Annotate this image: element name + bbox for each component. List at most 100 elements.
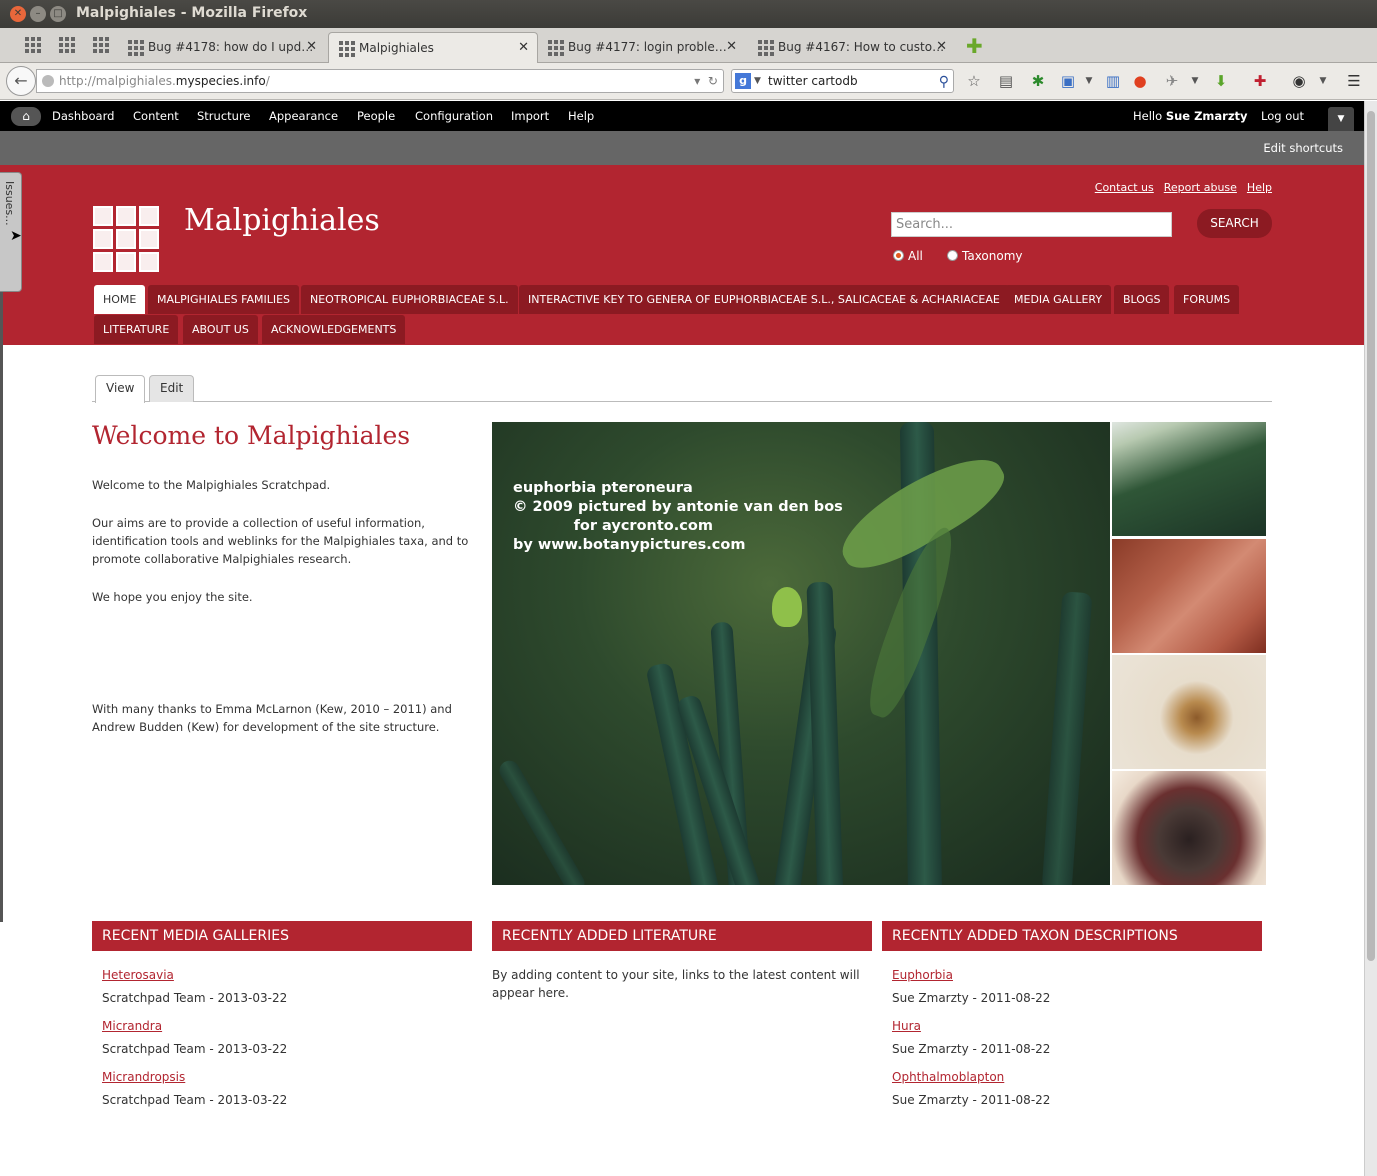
edit-shortcuts-link[interactable]: Edit shortcuts (1263, 141, 1343, 155)
taxon-link-ophthalmoblapton[interactable]: Ophthalmoblapton (892, 1070, 1004, 1084)
logout-link[interactable]: Log out (1261, 109, 1304, 123)
scope-radio-taxonomy[interactable]: Taxonomy (947, 249, 1023, 263)
magnifier-icon[interactable]: ⚲ (939, 71, 949, 93)
taxon-link-euphorbia[interactable]: Euphorbia (892, 968, 953, 982)
extension-gear-icon[interactable]: ✈ (1163, 72, 1181, 90)
window-maximize-icon[interactable]: □ (50, 6, 66, 22)
taxon-meta: Sue Zmarzty - 2011-08-22 (892, 1093, 1051, 1107)
issues-panel-edge (0, 292, 3, 922)
screenshot-icon[interactable]: ▣ (1059, 72, 1077, 90)
firebug-icon[interactable]: ✱ (1029, 72, 1047, 90)
issues-tab-label: Issues... (3, 181, 16, 226)
tab-close-icon[interactable]: ✕ (306, 39, 317, 54)
radio-checked-icon (893, 250, 904, 261)
site-name[interactable]: Malpighiales (184, 203, 380, 238)
admin-menu-dashboard[interactable]: Dashboard (52, 109, 114, 123)
color-wheel-icon[interactable]: ◉ (1290, 72, 1308, 90)
contact-us-link[interactable]: Contact us (1095, 181, 1154, 194)
pinned-tab-grid-icon[interactable] (93, 37, 109, 53)
aims-paragraph: Our aims are to provide a collection of … (92, 516, 469, 566)
tab-close-icon[interactable]: ✕ (518, 40, 529, 55)
bookmarks-list-icon[interactable]: ▤ (997, 72, 1015, 90)
primary-tab-families[interactable]: MALPIGHIALES FAMILIES (148, 285, 300, 314)
user-name[interactable]: Sue Zmarzty (1166, 109, 1248, 123)
chevron-down-icon[interactable]: ▼ (1080, 72, 1098, 90)
media-link-heterosavia[interactable]: Heterosavia (102, 968, 174, 982)
url-dropdown-and-reload-icon[interactable]: ▾ ↻ (694, 70, 718, 92)
menu-hamburger-icon[interactable]: ☰ (1345, 72, 1363, 90)
tab-close-icon[interactable]: ✕ (936, 39, 947, 54)
google-icon[interactable]: g (735, 73, 751, 89)
site-search-input[interactable]: Search... (891, 212, 1172, 237)
web-search-box[interactable]: g ▼ twitter cartodb ⚲ (731, 69, 954, 93)
media-link-micrandra[interactable]: Micrandra (102, 1019, 162, 1033)
primary-tab-blogs[interactable]: BLOGS (1114, 285, 1170, 314)
window-minimize-icon[interactable]: – (30, 6, 46, 22)
primary-tab-neotropical[interactable]: NEOTROPICAL EUPHORBIACEAE S.L. (301, 285, 518, 314)
admin-menu-people[interactable]: People (357, 109, 395, 123)
shortcuts-toggle-icon[interactable]: ▼ (1328, 107, 1354, 131)
lastpass-icon[interactable]: ✚ (1251, 72, 1269, 90)
window-title: Malpighiales - Mozilla Firefox (76, 5, 308, 21)
primary-tab-interactive-key[interactable]: INTERACTIVE KEY TO GENERA OF EUPHORBIACE… (519, 285, 1009, 314)
home-icon[interactable]: ⌂ (11, 107, 41, 126)
scope-radio-all[interactable]: All (893, 249, 923, 263)
pinned-tab-grid-icon[interactable] (25, 37, 41, 53)
tab-label: Bug #4167: How to custo… (778, 40, 945, 54)
back-arrow-icon[interactable]: ← (6, 66, 36, 96)
page-scrollbar[interactable] (1364, 101, 1377, 1176)
primary-tab-home[interactable]: HOME (94, 285, 146, 314)
admin-menu-help[interactable]: Help (568, 109, 594, 123)
help-link[interactable]: Help (1247, 181, 1272, 194)
new-tab-plus-icon[interactable]: ✚ (966, 36, 983, 56)
bookmark-star-icon[interactable]: ☆ (965, 72, 983, 90)
taxon-meta: Sue Zmarzty - 2011-08-22 (892, 1042, 1051, 1056)
enjoy-paragraph: We hope you enjoy the site. (92, 590, 253, 604)
primary-tab-forums[interactable]: FORUMS (1174, 285, 1240, 314)
primary-tab-about-us[interactable]: ABOUT US (183, 315, 258, 344)
browser-tab-active[interactable]: Malpighiales ✕ (328, 32, 538, 63)
extension-icon[interactable]: ▥ (1104, 72, 1122, 90)
browser-tab[interactable]: Bug #4177: login proble… ✕ (538, 32, 745, 63)
tab-close-icon[interactable]: ✕ (726, 39, 737, 54)
thumbnail-euphorbia[interactable] (1112, 422, 1266, 536)
scrollbar-thumb[interactable] (1367, 111, 1375, 961)
admin-menu-structure[interactable]: Structure (197, 109, 251, 123)
admin-menu-import[interactable]: Import (511, 109, 549, 123)
chevron-down-icon[interactable]: ▼ (754, 70, 761, 92)
chevron-down-icon[interactable]: ▼ (1314, 72, 1332, 90)
primary-tab-acknowledgements[interactable]: ACKNOWLEDGEMENTS (262, 315, 406, 344)
thumbnail-fruit[interactable] (1112, 771, 1266, 885)
chevron-down-icon[interactable]: ▼ (1186, 72, 1204, 90)
download-arrow-icon[interactable]: ⬇ (1212, 72, 1230, 90)
tab-view[interactable]: View (95, 375, 146, 403)
report-abuse-link[interactable]: Report abuse (1164, 181, 1237, 194)
browser-tab[interactable]: Bug #4178: how do I upd… ✕ (118, 32, 325, 63)
site-logo[interactable] (93, 206, 161, 272)
block-title-media: RECENT MEDIA GALLERIES (92, 921, 472, 951)
admin-greeting: Hello Sue Zmarzty (1133, 109, 1248, 123)
media-link-micrandropsis[interactable]: Micrandropsis (102, 1070, 185, 1084)
admin-menu-content[interactable]: Content (133, 109, 179, 123)
tab-edit[interactable]: Edit (149, 375, 195, 402)
admin-menu-appearance[interactable]: Appearance (269, 109, 338, 123)
thumbnail-stem-detail[interactable] (1112, 539, 1266, 653)
primary-tab-media-gallery[interactable]: MEDIA GALLERY (1005, 285, 1112, 314)
stumbleupon-icon[interactable]: ● (1131, 72, 1149, 90)
tab-favicon-icon (548, 40, 564, 56)
block-title-literature: RECENTLY ADDED LITERATURE (492, 921, 872, 951)
tab-favicon-icon (339, 41, 355, 57)
tab-favicon-icon (128, 40, 144, 56)
browser-tab[interactable]: Bug #4167: How to custo… ✕ (748, 32, 955, 63)
navigation-toolbar: ← http://malpighiales.myspecies.info/ ▾ … (0, 63, 1377, 100)
site-search-button[interactable]: SEARCH (1197, 209, 1272, 238)
primary-tab-literature[interactable]: LITERATURE (94, 315, 179, 344)
url-bar[interactable]: http://malpighiales.myspecies.info/ ▾ ↻ (36, 69, 724, 93)
admin-menu-configuration[interactable]: Configuration (415, 109, 493, 123)
featured-image-euphorbia[interactable]: euphorbia pteroneura © 2009 pictured by … (492, 422, 1110, 885)
pinned-tab-grid-icon[interactable] (59, 37, 75, 53)
url-suffix: / (265, 74, 270, 88)
taxon-link-hura[interactable]: Hura (892, 1019, 921, 1033)
thumbnail-seed[interactable] (1112, 655, 1266, 769)
window-close-icon[interactable]: ✕ (10, 6, 26, 22)
